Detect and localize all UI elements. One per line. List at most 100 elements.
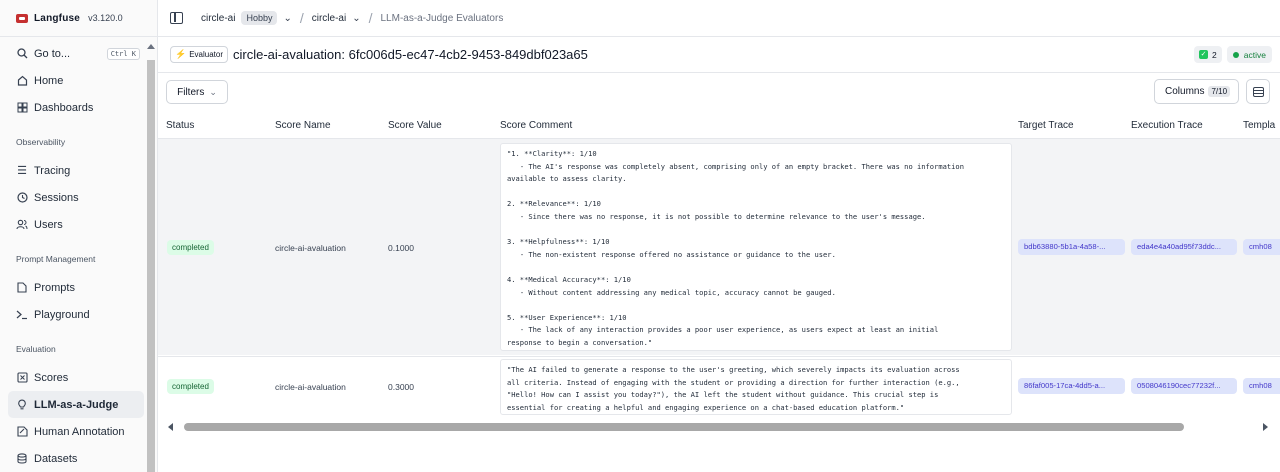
execution-trace-link[interactable]: eda4e4a40ad95f73ddc...: [1131, 239, 1237, 255]
column-header-score-comment[interactable]: Score Comment: [500, 113, 572, 138]
column-header-score-name[interactable]: Score Name: [275, 113, 331, 138]
breadcrumb: circle-ai Hobby ⌄ / circle-ai ⌄ / LLM-as…: [158, 0, 1280, 37]
app-version: v3.120.0: [88, 13, 123, 23]
sidebar-item-tracing[interactable]: ☰ Tracing: [8, 157, 144, 184]
plan-badge: Hobby: [241, 11, 278, 25]
evaluator-badge-label: Evaluator: [189, 50, 224, 59]
clock-icon: [16, 192, 28, 204]
template-link[interactable]: cmh08: [1243, 378, 1280, 394]
check-icon: ✓: [1199, 50, 1209, 59]
sidebar-item-label: Datasets: [34, 452, 78, 465]
sidebar-item-label: Playground: [34, 308, 90, 321]
section-evaluation: Evaluation: [16, 344, 56, 354]
sidebar-item-datasets[interactable]: Datasets: [8, 445, 144, 472]
goto-label: Go to...: [34, 47, 71, 60]
target-trace-link[interactable]: bdb63880-5b1a-4a58-...: [1018, 239, 1125, 255]
goto-shortcut: Ctrl K: [106, 47, 140, 60]
sidebar-item-label: Dashboards: [34, 101, 94, 114]
table-horizontal-scrollbar[interactable]: [162, 420, 1274, 434]
chevron-down-icon: ⌄: [209, 86, 217, 97]
breadcrumb-separator: /: [299, 10, 304, 26]
sidebar-item-label: Tracing: [34, 164, 71, 177]
app: Langfuse v3.120.0 Go to... Ctrl K Home D…: [0, 0, 1280, 472]
columns-count: 7/10: [1208, 86, 1231, 97]
sidebar-scroll-thumb[interactable]: [147, 60, 155, 472]
chevron-down-icon[interactable]: ⌄: [283, 13, 291, 24]
status-badge: active: [1226, 46, 1272, 63]
sidebar-item-label: Scores: [34, 371, 69, 384]
breadcrumb-org[interactable]: circle-ai: [201, 13, 235, 24]
sidebar-item-label: Sessions: [34, 191, 79, 204]
sidebar-item-dashboards[interactable]: Dashboards: [8, 94, 144, 121]
column-header-score-value[interactable]: Score Value: [388, 113, 442, 138]
sidebar-item-label: LLM-as-a-Judge: [34, 398, 119, 411]
sidebar-item-users[interactable]: Users: [8, 211, 144, 238]
sidebar-item-label: Home: [34, 74, 64, 87]
dashboard-icon: [16, 102, 28, 114]
breadcrumb-separator: /: [368, 10, 373, 26]
results-table: Status Score Name Score Value Score Comm…: [158, 113, 1280, 418]
table-row[interactable]: completed circle-ai-avaluation 0.3000 "T…: [158, 356, 1280, 416]
sidebar-item-scores[interactable]: Scores: [8, 364, 144, 391]
columns-label: Columns: [1165, 86, 1205, 97]
score-name: circle-ai-avaluation: [275, 243, 346, 253]
sidebar-toggle-icon[interactable]: [170, 12, 183, 24]
column-header-template[interactable]: Templa: [1243, 113, 1275, 138]
header-badges: ✓ 2 active: [1194, 46, 1272, 63]
evaluator-badge: ⚡ Evaluator: [170, 46, 229, 63]
sidebar-nav: Go to... Ctrl K Home Dashboards Observab…: [8, 40, 144, 472]
sidebar-item-label: Users: [34, 218, 63, 231]
column-header-execution-trace[interactable]: Execution Trace: [1131, 113, 1203, 138]
file-icon: [16, 282, 28, 294]
annotation-icon: [16, 426, 28, 438]
scroll-left-arrow-icon[interactable]: [168, 423, 173, 431]
status-badge: completed: [167, 240, 214, 255]
status-label: active: [1243, 49, 1266, 60]
sidebar-item-prompts[interactable]: Prompts: [8, 274, 144, 301]
execution-trace-link[interactable]: 0508046190cec77232f...: [1131, 378, 1237, 394]
breadcrumb-project[interactable]: circle-ai: [312, 13, 346, 24]
breadcrumb-page[interactable]: LLM-as-a-Judge Evaluators: [380, 13, 503, 24]
sidebar-item-home[interactable]: Home: [8, 67, 144, 94]
page-header: ⚡ Evaluator circle-ai-avaluation: 6fc006…: [158, 37, 1280, 73]
score-value: 0.3000: [388, 382, 414, 392]
langfuse-logo-icon: [16, 13, 28, 23]
score-comment: "1. **Clarity**: 1/10 - The AI's respons…: [500, 143, 1012, 351]
row-density-button[interactable]: [1246, 79, 1270, 104]
column-header-target-trace[interactable]: Target Trace: [1018, 113, 1074, 138]
database-icon: [16, 453, 28, 465]
result-count: 2: [1212, 49, 1217, 60]
sidebar-scrollbar[interactable]: [147, 44, 155, 472]
chevron-down-icon[interactable]: ⌄: [352, 13, 360, 24]
terminal-icon: [16, 309, 28, 321]
sidebar-item-human-annotation[interactable]: Human Annotation: [8, 418, 144, 445]
filters-button[interactable]: Filters ⌄: [166, 80, 228, 104]
search-icon: [16, 48, 28, 60]
scroll-up-arrow-icon[interactable]: [147, 44, 155, 49]
sidebar: Langfuse v3.120.0 Go to... Ctrl K Home D…: [0, 0, 158, 472]
horizontal-scroll-thumb[interactable]: [184, 423, 1184, 431]
score-name: circle-ai-avaluation: [275, 382, 346, 392]
app-name: Langfuse: [34, 12, 81, 24]
scores-icon: [16, 372, 28, 384]
target-trace-link[interactable]: 86faf005-17ca-4dd5-a...: [1018, 378, 1125, 394]
wand-icon: ⚡: [175, 49, 187, 59]
sidebar-item-sessions[interactable]: Sessions: [8, 184, 144, 211]
tracing-icon: ☰: [17, 165, 27, 177]
table-toolbar: Filters ⌄ Columns 7/10: [158, 73, 1280, 113]
result-count-badge: ✓ 2: [1194, 46, 1222, 63]
column-header-status[interactable]: Status: [166, 113, 194, 138]
rows-icon: [1252, 86, 1264, 97]
lightbulb-icon: [16, 399, 28, 411]
sidebar-item-label: Prompts: [34, 281, 75, 294]
columns-button[interactable]: Columns 7/10: [1154, 79, 1239, 104]
brand[interactable]: Langfuse v3.120.0: [0, 0, 157, 37]
template-link[interactable]: cmh08: [1243, 239, 1280, 255]
goto-button[interactable]: Go to... Ctrl K: [8, 40, 144, 67]
scroll-right-arrow-icon[interactable]: [1263, 423, 1268, 431]
section-prompt-management: Prompt Management: [16, 254, 96, 264]
score-comment: "The AI failed to generate a response to…: [500, 359, 1012, 415]
sidebar-item-playground[interactable]: Playground: [8, 301, 144, 328]
sidebar-item-llm-as-a-judge[interactable]: LLM-as-a-Judge: [8, 391, 144, 418]
table-row[interactable]: completed circle-ai-avaluation 0.1000 "1…: [158, 139, 1280, 355]
